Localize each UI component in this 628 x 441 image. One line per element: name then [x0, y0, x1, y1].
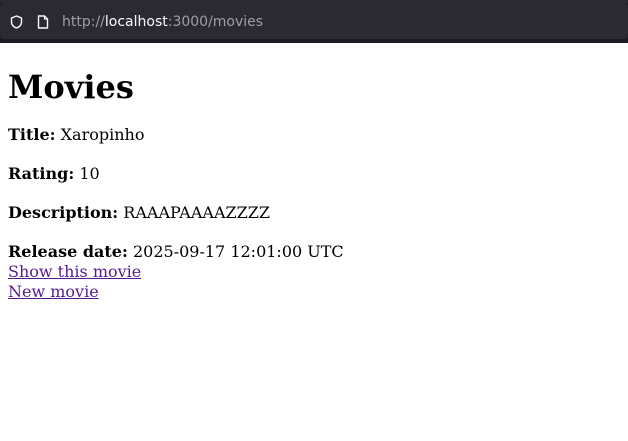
movie-rating-field: Rating: 10	[8, 164, 620, 184]
page-icon[interactable]	[37, 15, 49, 29]
new-movie-link[interactable]: New movie	[8, 282, 99, 302]
movie-release-date-field: Release date: 2025-09-17 12:01:00 UTC	[8, 242, 620, 262]
movie-description-value: RAAAPAAAAZZZZ	[123, 203, 270, 222]
url-host: localhost	[104, 14, 168, 30]
movie-details: Title: Xaropinho Rating: 10 Description:…	[8, 125, 620, 282]
show-movie-link[interactable]: Show this movie	[8, 262, 141, 282]
url-text[interactable]: http://localhost:3000/movies	[62, 12, 263, 32]
show-link-row: Show this movie	[8, 262, 620, 282]
movie-release-date-label: Release date:	[8, 242, 128, 261]
browser-toolbar: http://localhost:3000/movies	[0, 0, 628, 43]
page-title: Movies	[8, 68, 134, 106]
movie-title-label: Title:	[8, 125, 56, 144]
movie-description-field: Description: RAAAPAAAAZZZZ	[8, 203, 620, 223]
movie-release-date-value: 2025-09-17 12:01:00 UTC	[132, 242, 344, 261]
url-scheme: http://	[62, 14, 105, 30]
movie-title-field: Title: Xaropinho	[8, 125, 620, 145]
movie-rating-label: Rating:	[8, 164, 75, 183]
new-link-row: New movie	[8, 282, 620, 302]
address-bar[interactable]: http://localhost:3000/movies	[0, 3, 628, 39]
shield-icon[interactable]	[10, 15, 23, 29]
page-content: Movies Title: Xaropinho Rating: 10 Descr…	[8, 43, 620, 302]
url-path: :3000/movies	[167, 14, 264, 30]
movie-rating-value: 10	[79, 164, 100, 183]
movie-description-label: Description:	[8, 203, 119, 222]
movie-title-value: Xaropinho	[60, 125, 145, 144]
